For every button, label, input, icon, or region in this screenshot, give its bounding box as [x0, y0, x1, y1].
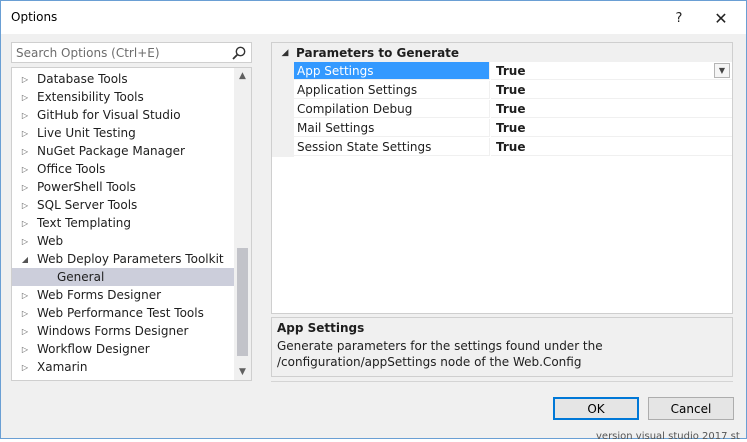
- tree-item-label: SQL Server Tools: [37, 198, 138, 212]
- search-input[interactable]: [12, 43, 230, 62]
- tree-item-label: Text Templating: [37, 216, 132, 230]
- tree-item-xamarin[interactable]: ▷ Xamarin: [12, 358, 234, 376]
- expand-arrow-icon[interactable]: ▷: [19, 237, 31, 246]
- expand-arrow-icon[interactable]: ▷: [19, 75, 31, 84]
- tree-item-extensibility-tools[interactable]: ▷ Extensibility Tools: [12, 88, 234, 106]
- expand-arrow-icon[interactable]: ▷: [19, 111, 31, 120]
- dialog-title: Options: [11, 10, 58, 24]
- description-text: Generate parameters for the settings fou…: [277, 339, 603, 369]
- property-grid: ◢ Parameters to Generate App Settings Tr…: [271, 42, 733, 314]
- scrollbar-thumb[interactable]: [237, 248, 248, 356]
- tree-item-label: Web Performance Test Tools: [37, 306, 204, 320]
- tree-item-workflow-designer[interactable]: ▷ Workflow Designer: [12, 340, 234, 358]
- tree-item-database-tools[interactable]: ▷ Database Tools: [12, 70, 234, 88]
- property-name[interactable]: Session State Settings: [294, 138, 490, 156]
- tree-item-label: PowerShell Tools: [37, 180, 136, 194]
- tree-item-label: Xamarin: [37, 360, 88, 374]
- property-value[interactable]: True: [491, 138, 732, 156]
- expand-arrow-icon[interactable]: ▷: [19, 219, 31, 228]
- expand-arrow-icon[interactable]: ▷: [19, 183, 31, 192]
- scroll-up-arrow-icon[interactable]: ▲: [234, 68, 251, 84]
- tree-item-label: Windows Forms Designer: [37, 324, 189, 338]
- property-name[interactable]: App Settings: [294, 62, 490, 80]
- expand-arrow-icon[interactable]: ▷: [19, 345, 31, 354]
- expand-arrow-icon[interactable]: ▷: [19, 147, 31, 156]
- options-dialog: Options ? ✕ ▷ Database Tools ▷ Extensibi…: [0, 0, 747, 439]
- tree-item-label: GitHub for Visual Studio: [37, 108, 181, 122]
- divider: [271, 381, 733, 382]
- tree-item-nuget[interactable]: ▷ NuGet Package Manager: [12, 142, 234, 160]
- tree-item-text-templating[interactable]: ▷ Text Templating: [12, 214, 234, 232]
- background-window-text: version visual studio 2017 st: [596, 431, 740, 442]
- tree-item-web[interactable]: ▷ Web: [12, 232, 234, 250]
- property-row-application-settings[interactable]: Application Settings True: [272, 81, 732, 100]
- expand-arrow-icon[interactable]: ▷: [19, 93, 31, 102]
- property-name[interactable]: Compilation Debug: [294, 100, 490, 118]
- expand-arrow-icon[interactable]: ▷: [19, 363, 31, 372]
- property-category[interactable]: ◢ Parameters to Generate: [272, 43, 732, 62]
- tree-item-label: Web: [37, 234, 64, 248]
- tree-item-label: Office Tools: [37, 162, 106, 176]
- dropdown-arrow-icon[interactable]: ▼: [714, 63, 730, 78]
- property-row-app-settings[interactable]: App Settings True ▼: [272, 62, 732, 81]
- expand-arrow-icon[interactable]: ▷: [19, 129, 31, 138]
- expand-arrow-icon[interactable]: ▷: [19, 327, 31, 336]
- title-bar: Options ? ✕: [1, 1, 746, 34]
- cancel-button[interactable]: Cancel: [648, 397, 734, 420]
- tree-item-label: Web Forms Designer: [37, 288, 162, 302]
- tree-item-windows-forms-designer[interactable]: ▷ Windows Forms Designer: [12, 322, 234, 340]
- scroll-down-arrow-icon[interactable]: ▼: [234, 364, 251, 380]
- collapse-arrow-icon[interactable]: ◢: [274, 48, 296, 58]
- property-row-session-state-settings[interactable]: Session State Settings True: [272, 138, 732, 157]
- property-value[interactable]: True: [491, 62, 732, 80]
- category-label: Parameters to Generate: [296, 45, 460, 60]
- description-title: App Settings: [277, 321, 365, 335]
- tree-item-label: General: [57, 270, 105, 284]
- property-name[interactable]: Application Settings: [294, 81, 490, 99]
- tree-item-sql-server-tools[interactable]: ▷ SQL Server Tools: [12, 196, 234, 214]
- property-value[interactable]: True: [491, 119, 732, 137]
- tree-item-web-forms-designer[interactable]: ▷ Web Forms Designer: [12, 286, 234, 304]
- description-pane: App Settings Generate parameters for the…: [271, 317, 733, 377]
- expand-arrow-icon[interactable]: ▷: [19, 201, 31, 210]
- property-row-compilation-debug[interactable]: Compilation Debug True: [272, 100, 732, 119]
- help-button[interactable]: ?: [667, 7, 691, 29]
- tree-item-github[interactable]: ▷ GitHub for Visual Studio: [12, 106, 234, 124]
- property-row-mail-settings[interactable]: Mail Settings True: [272, 119, 732, 138]
- tree-item-label: Extensibility Tools: [37, 90, 144, 104]
- options-tree: ▷ Database Tools ▷ Extensibility Tools ▷…: [11, 67, 252, 381]
- tree-item-label: NuGet Package Manager: [37, 144, 185, 158]
- search-box[interactable]: [11, 42, 252, 63]
- search-icon[interactable]: [231, 45, 247, 61]
- tree-item-web-performance-test-tools[interactable]: ▷ Web Performance Test Tools: [12, 304, 234, 322]
- tree-item-label: Web Deploy Parameters Toolkit: [37, 252, 224, 266]
- tree-item-office-tools[interactable]: ▷ Office Tools: [12, 160, 234, 178]
- property-value[interactable]: True: [491, 81, 732, 99]
- tree-item-web-deploy-parameters-toolkit[interactable]: ◢ Web Deploy Parameters Toolkit: [12, 250, 234, 268]
- tree-item-live-unit-testing[interactable]: ▷ Live Unit Testing: [12, 124, 234, 142]
- tree-item-label: Database Tools: [37, 72, 128, 86]
- tree-item-label: Live Unit Testing: [37, 126, 136, 140]
- tree-item-label: Workflow Designer: [37, 342, 150, 356]
- tree-item-general[interactable]: General: [12, 268, 234, 286]
- property-value[interactable]: True: [491, 100, 732, 118]
- tree-scrollbar[interactable]: ▲ ▼: [234, 68, 251, 380]
- expand-arrow-icon[interactable]: ▷: [19, 309, 31, 318]
- expand-arrow-icon[interactable]: ▷: [19, 291, 31, 300]
- tree-item-powershell-tools[interactable]: ▷ PowerShell Tools: [12, 178, 234, 196]
- collapse-arrow-icon[interactable]: ◢: [19, 255, 31, 264]
- ok-button[interactable]: OK: [553, 397, 639, 420]
- expand-arrow-icon[interactable]: ▷: [19, 165, 31, 174]
- property-name[interactable]: Mail Settings: [294, 119, 490, 137]
- close-button[interactable]: ✕: [709, 7, 733, 29]
